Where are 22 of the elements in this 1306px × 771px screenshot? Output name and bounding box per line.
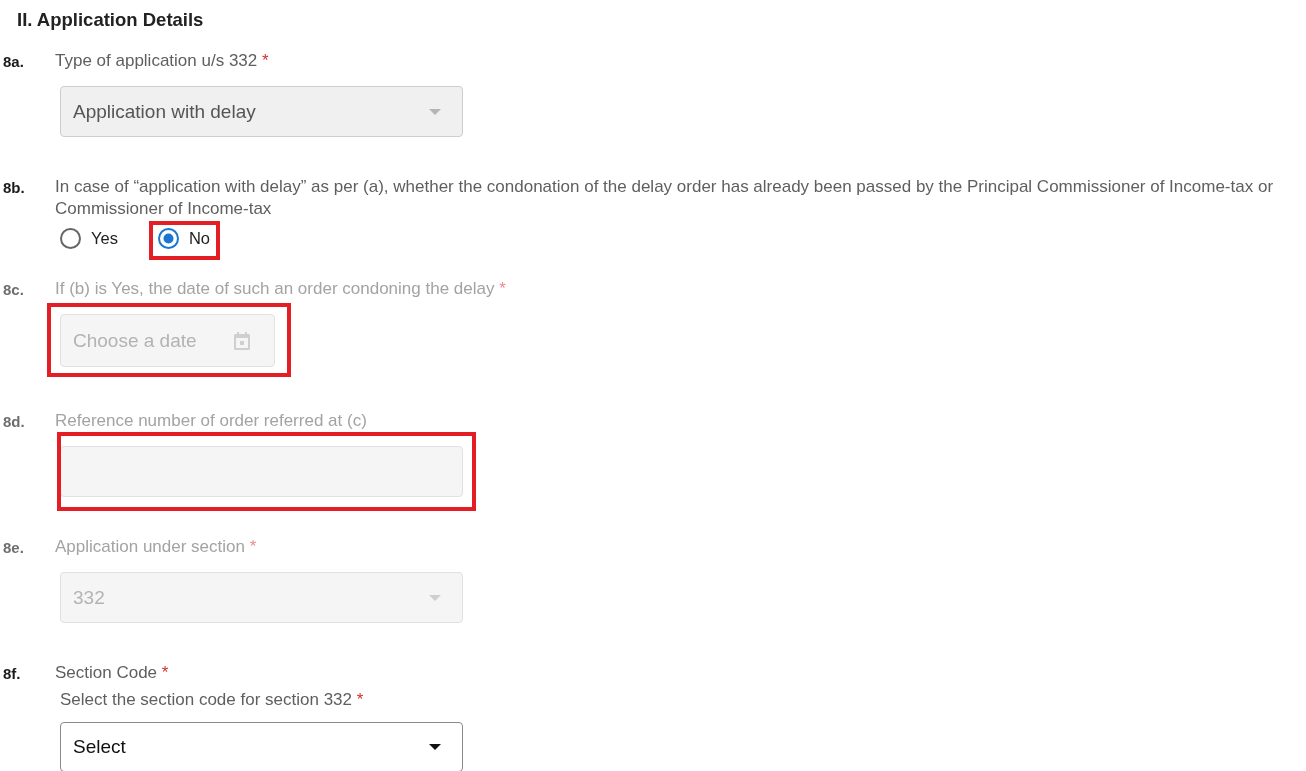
question-label: If (b) is Yes, the date of such an order condoning the delay * <box>55 278 506 300</box>
question-number: 8c. <box>2 280 24 300</box>
caret-icon <box>429 594 441 601</box>
calendar-icon <box>234 332 250 350</box>
radio-option[interactable]: No <box>157 228 210 249</box>
question-number: 8f. <box>2 664 21 684</box>
caret-icon <box>429 744 441 750</box>
question-label: Section Code * <box>55 662 169 684</box>
select-dropdown[interactable]: Select <box>60 722 463 771</box>
question-number: 8e. <box>2 538 24 558</box>
radio-option[interactable]: Yes <box>60 228 118 249</box>
field-hint: Select the section code for section 332 * <box>60 689 364 711</box>
question-number: 8b. <box>2 178 25 198</box>
question-number: 8a. <box>2 52 24 72</box>
question-label: In case of “application with delay” as per (a), whether the condonation of the delay order has already been passed by the Principal Commissioner of Income-tax or Commissioner of Income-tax <box>55 176 1275 220</box>
question-label: Reference number of order referred at (c) <box>55 410 367 432</box>
question-label: Type of application u/s 332 * <box>55 50 269 72</box>
caret-icon <box>429 108 441 115</box>
select-dropdown[interactable]: Application with delay <box>60 86 463 137</box>
section-title: II. Application Details <box>17 8 205 31</box>
question-number: 8d. <box>2 412 25 432</box>
question-label: Application under section * <box>55 536 257 558</box>
